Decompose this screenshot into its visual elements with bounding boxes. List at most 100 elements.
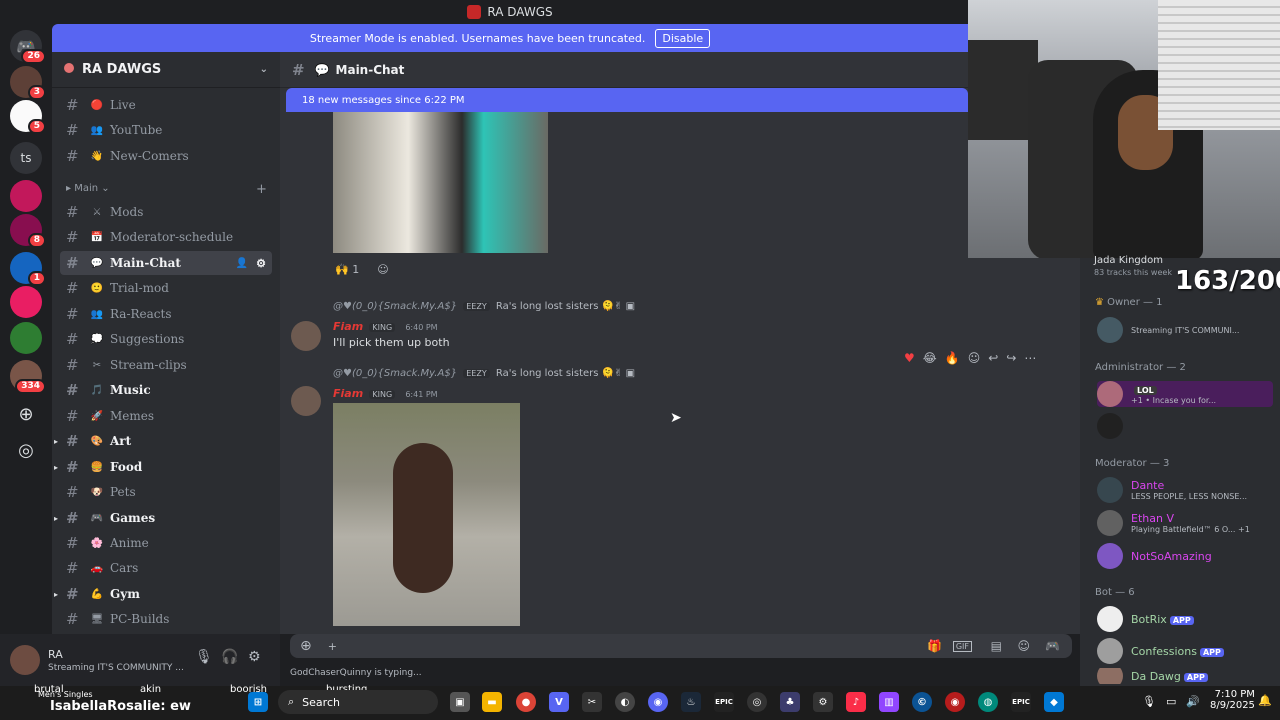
emoji-icon[interactable]: ☺ [1017, 639, 1030, 653]
gear-icon[interactable]: ⚙ [256, 257, 266, 270]
server-ts[interactable]: ts [10, 142, 42, 174]
member-item[interactable]: Confessions APP [1097, 638, 1273, 664]
avatar[interactable] [291, 386, 321, 416]
add-channel-icon[interactable]: + [256, 182, 267, 197]
capcut-icon[interactable]: ✂ [582, 692, 602, 712]
taskbar-search[interactable]: ⌕ Search [278, 690, 438, 714]
server-icon[interactable]: 5 [10, 100, 46, 134]
channel-main-chat[interactable]: # 💬 Main-Chat 👤 ⚙ [60, 251, 272, 275]
avatar[interactable] [10, 645, 40, 675]
settings-icon[interactable]: ⚙ [813, 692, 833, 712]
member-item[interactable]: Ethan V Playing Battlefield™ 6 O... +1 [1097, 510, 1273, 536]
steam-icon[interactable]: ♨ [681, 692, 701, 712]
game-controller-icon[interactable]: 🎮 [1045, 639, 1060, 653]
gif-icon[interactable]: GIF [952, 640, 972, 652]
channel-anime[interactable]: # 🌸 Anime [60, 531, 272, 555]
channel-pc-builds[interactable]: # 🖥 PC-Builds [60, 607, 272, 631]
file-explorer-icon[interactable]: ▬ [482, 692, 502, 712]
message-gif[interactable] [333, 403, 520, 626]
chevron-down-icon[interactable]: ⌄ [260, 64, 268, 75]
channel-ra-reacts[interactable]: # 👥 Ra-Reacts [60, 302, 272, 326]
channel-pets[interactable]: # 🐶 Pets [60, 480, 272, 504]
epic-games-icon[interactable]: EPIC [714, 692, 734, 712]
app-v-icon[interactable]: V [549, 692, 569, 712]
channel-games[interactable]: ▸ # 🎮 Games [54, 506, 272, 530]
reply-icon[interactable]: ↩ [988, 351, 998, 365]
add-reaction-icon[interactable]: ☺ [968, 351, 981, 365]
app-icon[interactable]: ◍ [978, 692, 998, 712]
member-item[interactable] [1097, 413, 1273, 439]
apple-music-icon[interactable]: ♪ [846, 692, 866, 712]
member-item[interactable]: Streaming IT'S COMMUNI... [1097, 317, 1273, 343]
task-view-icon[interactable]: ▣ [450, 692, 470, 712]
server-icon[interactable]: 334 [10, 360, 46, 394]
member-item[interactable]: BotRix APP [1097, 606, 1273, 632]
obs-icon[interactable]: ◎ [747, 692, 767, 712]
member-item[interactable]: Da Dawg APP [1097, 668, 1273, 684]
heart-reaction-icon[interactable]: ♥ [904, 351, 915, 365]
channel-food[interactable]: ▸ # 🍔 Food [54, 455, 272, 479]
channel-live[interactable]: # 🔴 Live [60, 93, 272, 117]
new-messages-bar[interactable]: 18 new messages since 6:22 PM [286, 88, 968, 112]
fire-reaction-icon[interactable]: 🔥 [945, 351, 960, 365]
microphone-icon[interactable]: 🎙 [195, 649, 213, 665]
windows-start-icon[interactable]: ⊞ [248, 692, 268, 712]
forward-icon[interactable]: ↪ [1006, 351, 1016, 365]
app-icon[interactable]: ◉ [945, 692, 965, 712]
server-icon[interactable] [10, 286, 42, 318]
channel-youtube[interactable]: # 👥 YouTube [60, 118, 272, 142]
laugh-reaction-icon[interactable]: 😂 [923, 351, 937, 365]
server-header[interactable]: RA DAWGS ⌄ [52, 52, 280, 88]
channel-stream-clips[interactable]: # ✂ Stream-clips [60, 353, 272, 377]
add-server-icon[interactable]: ⊕ [10, 398, 42, 430]
gamepad-app-icon[interactable]: ♣ [780, 692, 800, 712]
channel-art[interactable]: ▸ # 🎨 Art [54, 429, 272, 453]
network-icon[interactable]: ▭ [1166, 695, 1176, 708]
reply-reference[interactable]: @♥(0_0){Smack.My.A$} EEZY Ra's long lost… [333, 301, 635, 312]
category-main[interactable]: ▸ Main ⌄ [66, 183, 110, 194]
gear-icon[interactable]: ⚙ [248, 649, 261, 665]
channel-gym[interactable]: ▸ # 💪 Gym [54, 582, 272, 606]
add-reaction-icon[interactable]: ☺ [377, 263, 388, 276]
server-icon[interactable]: 3 [10, 66, 46, 100]
headphones-icon[interactable]: 🎧 [221, 649, 238, 665]
notification-icon[interactable]: 🔔 [1258, 694, 1272, 707]
message-image[interactable] [333, 112, 548, 253]
microphone-tray-icon[interactable]: 🎙 [1142, 695, 1156, 708]
discord-home-icon[interactable]: 🎮 26 [10, 30, 46, 64]
add-member-icon[interactable]: 👤 [236, 258, 248, 269]
volume-icon[interactable]: 🔊 [1186, 695, 1200, 708]
app-icon[interactable]: ◆ [1044, 692, 1064, 712]
add-attachment-icon[interactable]: ⊕ [300, 638, 312, 654]
channel-memes[interactable]: # 🚀 Memes [60, 404, 272, 428]
gift-icon[interactable]: 🎁 [927, 639, 942, 653]
avatar[interactable] [291, 321, 321, 351]
taskbar-clock[interactable]: 7:10 PM 8/9/2025 [1210, 689, 1255, 711]
member-item[interactable]: Dante LESS PEOPLE, LESS NONSE... [1097, 477, 1273, 503]
member-item[interactable]: NotSoAmazing [1097, 543, 1273, 569]
app-icon[interactable]: ▥ [879, 692, 899, 712]
channel-new-comers[interactable]: # 👋 New-Comers [60, 144, 272, 168]
explore-icon[interactable]: ◎ [10, 434, 42, 466]
channel-mods[interactable]: # ⚔ Mods [60, 200, 272, 224]
channel-music[interactable]: # 🎵 Music [60, 378, 272, 402]
more-icon[interactable]: ⋯ [1024, 351, 1036, 365]
app-icon[interactable]: © [912, 692, 932, 712]
disable-button[interactable]: Disable [655, 28, 711, 48]
discord-taskbar-icon[interactable]: ◉ [648, 692, 668, 712]
app-icon[interactable]: ◐ [615, 692, 635, 712]
reply-reference[interactable]: @♥(0_0){Smack.My.A$} EEZY Ra's long lost… [333, 368, 635, 379]
raised-hands-reaction[interactable]: 🙌 1 [335, 263, 359, 276]
server-icon[interactable] [10, 322, 42, 354]
chrome-icon[interactable]: ● [516, 692, 536, 712]
channel-suggestions[interactable]: # 💭 Suggestions [60, 327, 272, 351]
server-icon[interactable]: 8 [10, 214, 46, 248]
message-input[interactable]: ⊕ + 🎁 GIF ▤ ☺ 🎮 [290, 634, 1072, 658]
channel-trial-mod[interactable]: # 🙂 Trial-mod [60, 276, 272, 300]
epic-games-icon[interactable]: EPIC [1011, 692, 1031, 712]
server-icon[interactable]: 1 [10, 252, 46, 286]
sticker-icon[interactable]: ▤ [991, 639, 1002, 653]
channel-moderator-schedule[interactable]: # 📅 Moderator-schedule [60, 225, 272, 249]
server-icon[interactable] [10, 180, 42, 212]
channel-cars[interactable]: # 🚗 Cars [60, 556, 272, 580]
